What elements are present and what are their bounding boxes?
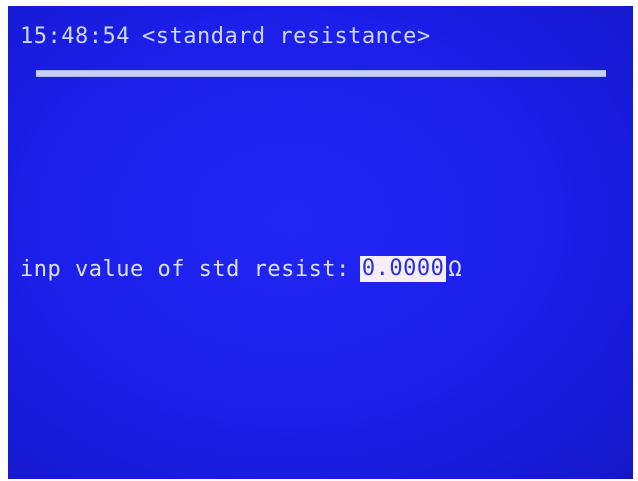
lcd-display: 15:48:54 <standard resistance> inp value … [8,6,633,479]
screen-title: <standard resistance> [141,24,431,49]
input-prompt-row: inp value of std resist: 0.0000 Ω [20,256,462,282]
device-screen: 15:48:54 <standard resistance> inp value … [0,0,638,481]
prompt-label: inp value of std resist: [20,256,350,282]
clock-time: 15:48:54 [20,24,130,49]
ohm-unit-label: Ω [448,256,463,282]
header-bar: 15:48:54 <standard resistance> [20,24,431,49]
resistance-value-field[interactable]: 0.0000 [359,256,447,282]
header-divider [36,70,606,77]
